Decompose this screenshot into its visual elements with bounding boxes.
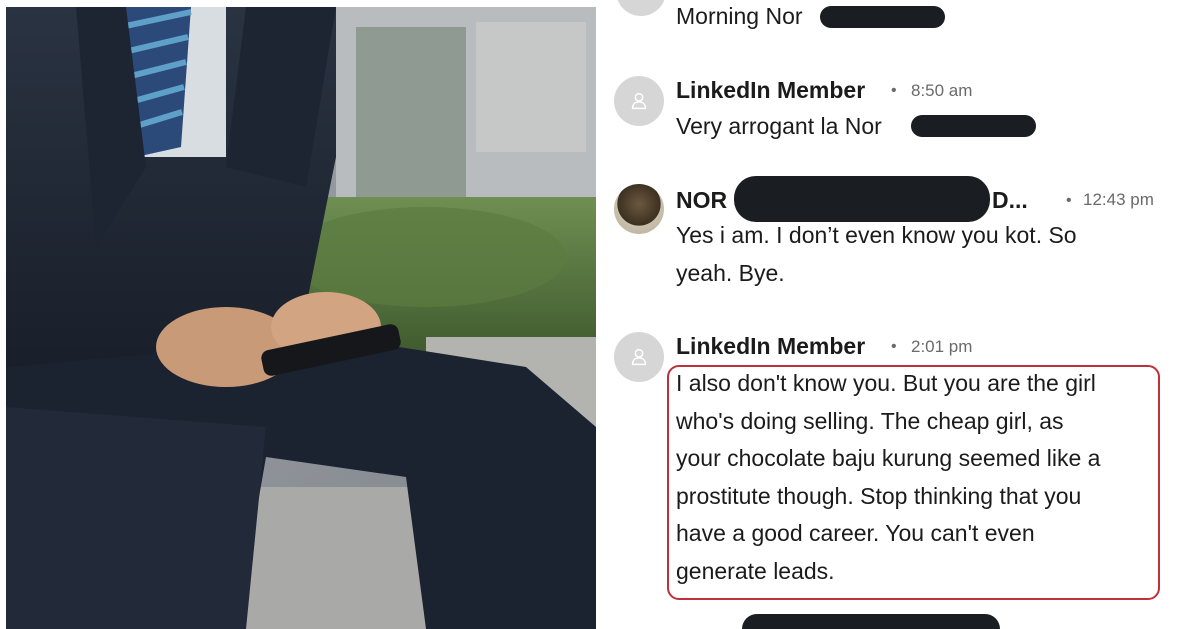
redaction-bar [742, 614, 1000, 629]
photo-man-with-phone [6, 7, 596, 629]
sender-name[interactable]: LinkedIn Member [676, 77, 865, 104]
person-silhouette-icon [630, 0, 652, 2]
person-silhouette-icon [631, 348, 647, 366]
separator-dot: • [891, 338, 897, 355]
member-avatar[interactable] [614, 76, 664, 126]
message-text: Very arrogant la Nor [676, 113, 882, 139]
message-text: Morning Nor [676, 3, 803, 29]
sender-name[interactable]: LinkedIn Member [676, 333, 865, 360]
message-time: 2:01 pm [911, 337, 973, 356]
user-avatar[interactable] [614, 184, 664, 234]
separator-dot: • [891, 82, 897, 99]
separator-dot: • [1066, 192, 1072, 209]
sender-name-prefix[interactable]: NOR [676, 187, 727, 214]
member-avatar[interactable] [614, 332, 664, 382]
message-time: 8:50 am [911, 81, 973, 100]
person-silhouette-icon [631, 92, 647, 110]
highlight-box [667, 365, 1160, 600]
redaction-bar [911, 115, 1036, 137]
redaction-bar [820, 6, 945, 28]
message-time: 12:43 pm [1083, 190, 1154, 209]
sender-name-suffix[interactable]: D... [992, 187, 1028, 214]
redaction-bar [734, 176, 990, 222]
message-text: Yes i am. I don’t even know you kot. So … [676, 222, 1077, 286]
